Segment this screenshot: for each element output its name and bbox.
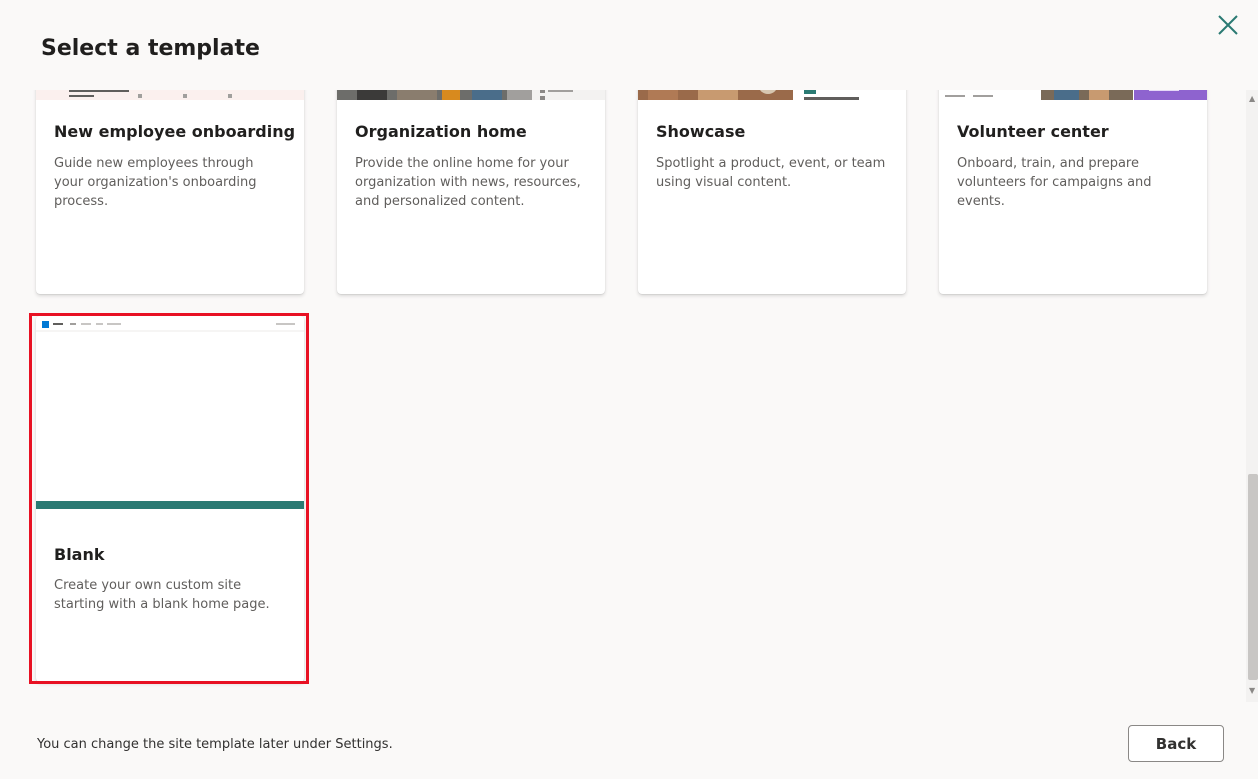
scroll-down-arrow-icon[interactable]: ▼ — [1249, 686, 1255, 695]
close-icon[interactable] — [1213, 10, 1243, 40]
template-card-showcase[interactable]: Showcase Spotlight a product, event, or … — [638, 90, 906, 294]
template-thumbnail — [939, 90, 1207, 100]
template-card-volunteer-center[interactable]: Volunteer center Onboard, train, and pre… — [939, 90, 1207, 294]
scroll-up-arrow-icon[interactable]: ▲ — [1249, 94, 1255, 103]
template-description: Onboard, train, and prepare volunteers f… — [957, 156, 1152, 209]
template-card-organization-home[interactable]: Organization home Provide the online hom… — [337, 90, 605, 294]
template-description: Spotlight a product, event, or team usin… — [656, 156, 886, 190]
template-thumbnail — [638, 90, 906, 100]
template-thumbnail — [36, 90, 304, 100]
selection-highlight — [29, 313, 309, 684]
dialog-title: Select a template — [41, 36, 260, 61]
scrollbar-thumb[interactable] — [1248, 474, 1258, 680]
template-card-new-employee-onboarding[interactable]: New employee onboarding Guide new employ… — [36, 90, 304, 294]
template-name: New employee onboarding — [54, 122, 296, 141]
template-description: Guide new employees through your organiz… — [54, 156, 257, 209]
template-thumbnail — [337, 90, 605, 100]
back-button[interactable]: Back — [1128, 725, 1224, 762]
template-gallery: New employee onboarding Guide new employ… — [0, 90, 1246, 702]
template-name: Showcase — [656, 122, 746, 141]
template-description: Provide the online home for your organiz… — [355, 156, 581, 209]
footer-note: You can change the site template later u… — [37, 737, 393, 752]
template-name: Organization home — [355, 122, 527, 141]
template-name: Volunteer center — [957, 122, 1109, 141]
